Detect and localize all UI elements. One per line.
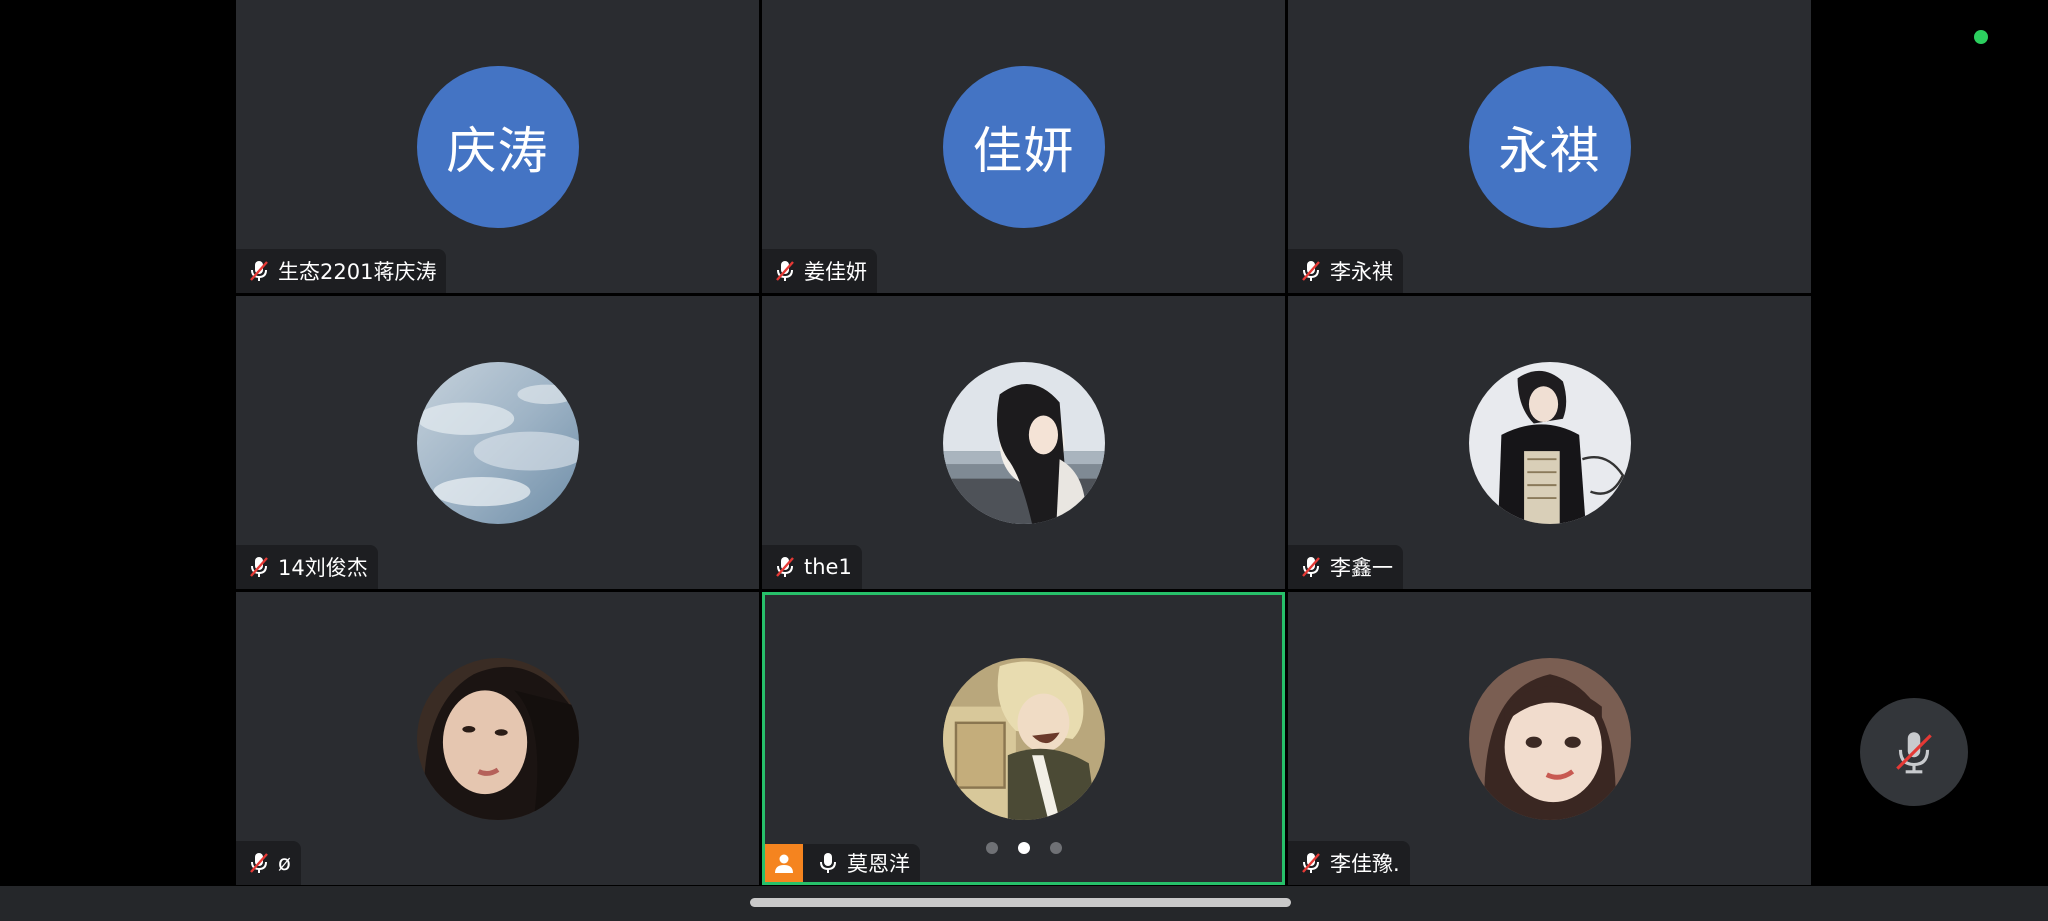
name-badge: 莫恩洋 <box>765 844 920 882</box>
participant-tile[interactable]: the1 <box>762 296 1285 589</box>
participant-tile[interactable]: 庆涛 生态2201蒋庆涛 <box>236 0 759 293</box>
participant-name: 李鑫一 <box>1330 556 1393 580</box>
mic-icon <box>817 851 839 875</box>
name-badge: 姜佳妍 <box>762 249 877 293</box>
initials-avatar: 永祺 <box>1468 66 1631 228</box>
name-badge: 李鑫一 <box>1288 545 1403 589</box>
mic-muted-icon <box>248 555 270 579</box>
participant-tile-self[interactable]: 莫恩洋 <box>762 592 1285 885</box>
profile-photo-avatar <box>942 658 1105 820</box>
home-indicator[interactable] <box>750 898 1291 907</box>
mute-toggle-button[interactable] <box>1860 698 1968 806</box>
self-person-icon <box>765 844 803 882</box>
participant-tile[interactable]: ø <box>236 592 759 885</box>
page-dot[interactable] <box>985 842 998 854</box>
mic-muted-icon <box>774 259 796 283</box>
participant-name: 莫恩洋 <box>847 852 910 876</box>
mic-muted-icon <box>774 555 796 579</box>
participant-name: 姜佳妍 <box>804 260 867 284</box>
participant-name: 生态2201蒋庆涛 <box>278 260 437 284</box>
video-call-screen: 庆涛 生态2201蒋庆涛 佳妍 姜佳妍 永祺 李永祺 14刘俊杰 the1 李鑫… <box>0 0 2048 921</box>
initials-avatar: 佳妍 <box>942 66 1105 228</box>
participant-tile[interactable]: 14刘俊杰 <box>236 296 759 589</box>
participant-tile[interactable]: 李佳豫. <box>1288 592 1811 885</box>
mic-muted-icon <box>1300 259 1322 283</box>
profile-photo-avatar <box>1468 362 1631 524</box>
connection-status-dot <box>1974 30 1988 44</box>
profile-photo-avatar <box>942 362 1105 524</box>
participant-name: 李佳豫. <box>1330 852 1400 876</box>
name-badge: 14刘俊杰 <box>236 545 378 589</box>
profile-photo-avatar <box>416 658 579 820</box>
participant-tile[interactable]: 佳妍 姜佳妍 <box>762 0 1285 293</box>
name-badge: the1 <box>762 545 862 589</box>
profile-photo-avatar <box>1468 658 1631 820</box>
participant-grid: 庆涛 生态2201蒋庆涛 佳妍 姜佳妍 永祺 李永祺 14刘俊杰 the1 李鑫… <box>236 0 1812 886</box>
participant-name: 李永祺 <box>1330 260 1393 284</box>
page-indicator[interactable] <box>985 842 1062 854</box>
page-dot-current[interactable] <box>1017 842 1030 854</box>
name-badge: 生态2201蒋庆涛 <box>236 249 447 293</box>
name-badge: 李佳豫. <box>1288 841 1410 885</box>
mic-muted-icon <box>1300 555 1322 579</box>
participant-tile[interactable]: 李鑫一 <box>1288 296 1811 589</box>
mic-muted-icon <box>248 259 270 283</box>
page-dot[interactable] <box>1049 842 1062 854</box>
participant-name: 14刘俊杰 <box>278 556 368 580</box>
mic-muted-icon <box>248 851 270 875</box>
mic-muted-icon <box>1896 732 1932 774</box>
initials-avatar: 庆涛 <box>416 66 579 228</box>
participant-name: ø <box>278 851 291 875</box>
profile-photo-avatar <box>416 362 579 524</box>
participant-name: the1 <box>804 555 852 579</box>
participant-tile[interactable]: 永祺 李永祺 <box>1288 0 1811 293</box>
mic-muted-icon <box>1300 851 1322 875</box>
name-badge: ø <box>236 841 301 885</box>
name-badge: 李永祺 <box>1288 249 1403 293</box>
